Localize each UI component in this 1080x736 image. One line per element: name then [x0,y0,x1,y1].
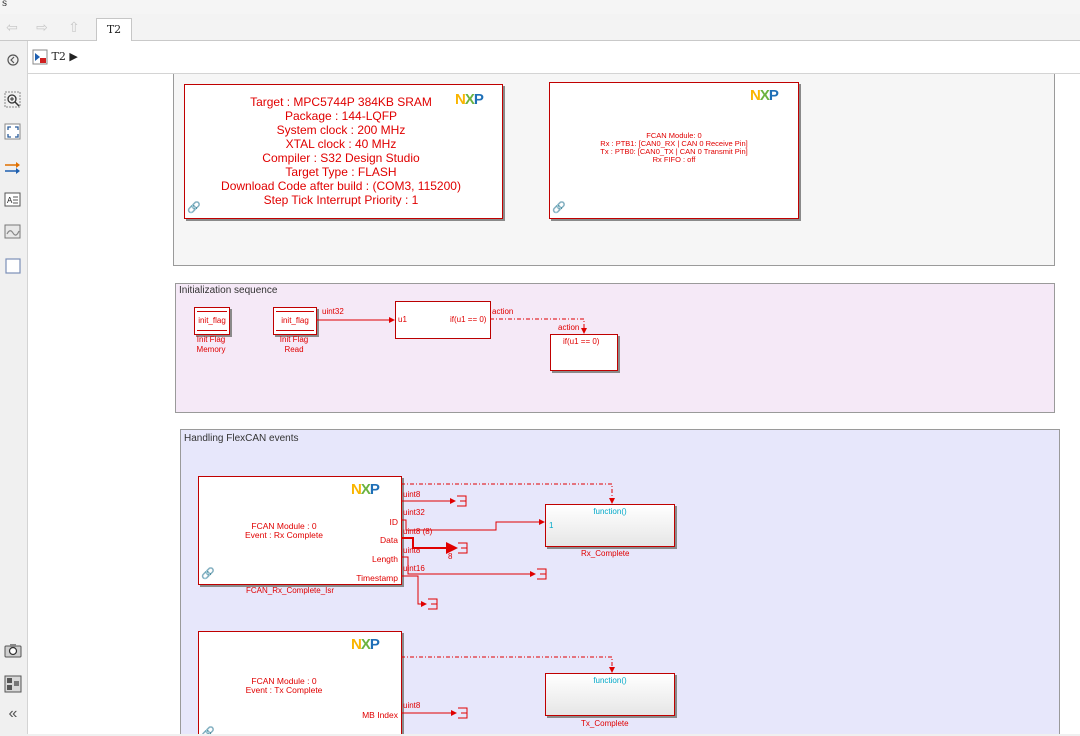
action-line [490,318,587,334]
forward-arrow-icon[interactable]: ⇨ [32,18,52,36]
image-icon[interactable] [4,223,22,241]
tab-t2[interactable]: T2 [96,18,132,41]
address-bar: T2 ▶ [28,41,1080,74]
back-arrow-icon[interactable]: ⇦ [2,18,22,36]
fit-to-view-icon[interactable] [4,123,22,141]
collapse-icon[interactable]: « [4,705,22,723]
model-explorer-icon[interactable] [4,675,22,693]
rx-trigger-line [401,483,615,504]
navigation-bar: ⇦ ⇨ ⇧ T2 [0,14,1080,41]
hide-browser-icon[interactable] [4,51,22,69]
tx-trigger-line [401,656,615,673]
model-canvas[interactable]: NXP Target : MPC5744P 384KB SRAM Package… [28,74,1080,734]
menu-strip-text: s [2,0,8,9]
breadcrumb-label[interactable]: T2 [52,50,66,63]
camera-icon[interactable] [4,641,22,659]
breadcrumb-arrow-icon[interactable]: ▶ [69,50,77,63]
up-arrow-icon[interactable]: ⇧ [64,18,84,36]
svg-text:A: A [7,196,13,205]
menu-strip: s [0,0,1080,14]
signal-lines [316,317,615,719]
breadcrumb[interactable]: T2 ▶ [32,48,78,66]
area-box-icon[interactable] [4,257,22,275]
zoom-in-icon[interactable] [4,91,22,109]
model-icon [32,49,48,65]
left-toolbar: A « [0,41,28,734]
signal-arrows-icon[interactable] [4,159,22,177]
annotation-icon[interactable]: A [4,191,22,209]
